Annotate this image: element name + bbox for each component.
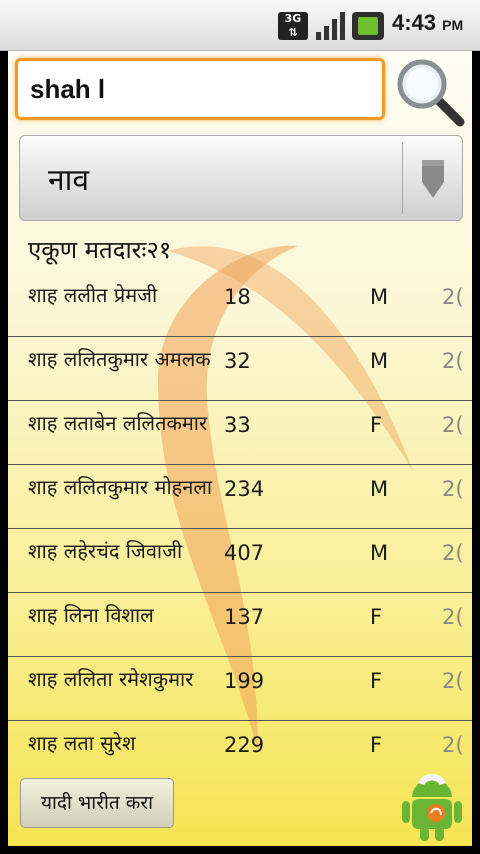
battery-charging-icon — [352, 12, 384, 40]
voter-number: 32 — [224, 349, 251, 373]
list-item[interactable]: शाह ललिता रमेशकुमार 199 F 2( — [8, 657, 472, 721]
chevron-down-icon — [422, 160, 444, 198]
voter-gender: F — [370, 669, 383, 693]
voter-name: शाह लहेरचंद जिवाजी — [28, 539, 183, 563]
voter-name: शाह लताबेन ललितकमार — [28, 411, 208, 435]
export-list-button[interactable]: यादी भारीत करा — [20, 778, 174, 828]
voter-gender: M — [370, 349, 389, 373]
voter-gender: M — [370, 285, 389, 309]
voter-extra: 2( — [442, 733, 464, 757]
search-input[interactable]: shah l — [15, 58, 385, 120]
clock-ampm: PM — [442, 17, 464, 33]
network-type-label: 3G — [284, 12, 302, 25]
total-voters-label: एकूण मतदारः२१ — [28, 236, 172, 264]
voter-name: शाह ललितकुमार अमलक — [28, 347, 211, 371]
voter-gender: F — [370, 413, 383, 437]
list-item[interactable]: शाह ललितकुमार अमलक 32 M 2( — [8, 337, 472, 401]
list-item[interactable]: शाह लताबेन ललितकमार 33 F 2( — [8, 401, 472, 465]
clock-time: 4:43 — [392, 10, 437, 35]
voter-number: 234 — [224, 477, 265, 501]
voter-number: 33 — [224, 413, 251, 437]
list-item[interactable]: शाह लहेरचंद जिवाजी 407 M 2( — [8, 529, 472, 593]
voter-extra: 2( — [442, 669, 464, 693]
android-logo-icon[interactable] — [400, 763, 464, 843]
status-clock: 4:43 PM — [392, 10, 463, 36]
voter-name: शाह ललीत प्रेमजी — [28, 283, 158, 307]
app-screen: shah l नाव एकूण मतदारः२१ शाह ललीत प्रेमज… — [8, 51, 472, 846]
voter-number: 137 — [224, 605, 265, 629]
voter-gender: M — [370, 541, 389, 565]
voter-gender: F — [370, 605, 383, 629]
voter-extra: 2( — [442, 349, 464, 373]
select-divider — [402, 142, 403, 214]
voter-extra: 2( — [442, 605, 464, 629]
field-select-value: नाव — [48, 163, 90, 198]
voter-number: 199 — [224, 669, 265, 693]
voter-extra: 2( — [442, 413, 464, 437]
voter-name: शाह लिना विशाल — [28, 603, 154, 627]
voter-gender: F — [370, 733, 383, 757]
list-item[interactable]: शाह लिना विशाल 137 F 2( — [8, 593, 472, 657]
signal-icon — [316, 12, 346, 40]
list-item[interactable]: शाह ललीत प्रेमजी 18 M 2( — [8, 273, 472, 337]
field-select[interactable]: नाव — [19, 135, 463, 221]
voter-number: 407 — [224, 541, 265, 565]
voter-number: 18 — [224, 285, 251, 309]
search-icon[interactable] — [394, 56, 466, 128]
network-3g-icon: 3G ⇅ — [278, 12, 308, 40]
voter-number: 229 — [224, 733, 265, 757]
voter-name: शाह ललितकुमार मोहनला — [28, 475, 213, 499]
voter-name: शाह ललिता रमेशकुमार — [28, 667, 194, 691]
voter-extra: 2( — [442, 477, 464, 501]
status-bar: 3G ⇅ 4:43 PM — [0, 0, 480, 51]
voter-gender: M — [370, 477, 389, 501]
voter-name: शाह लता सुरेश — [28, 731, 136, 755]
list-item[interactable]: शाह ललितकुमार मोहनला 234 M 2( — [8, 465, 472, 529]
voter-extra: 2( — [442, 285, 464, 309]
voter-extra: 2( — [442, 541, 464, 565]
